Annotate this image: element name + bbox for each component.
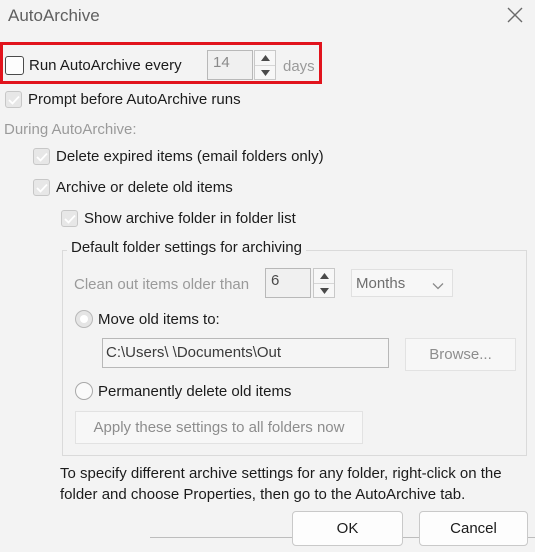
ok-button[interactable]: OK	[292, 511, 403, 546]
show-archive-folder-label: Show archive folder in folder list	[84, 210, 296, 227]
clean-out-spinner[interactable]	[313, 268, 335, 298]
archive-old-label: Archive or delete old items	[56, 179, 233, 196]
window-title: AutoArchive	[8, 6, 100, 25]
close-icon[interactable]	[505, 5, 525, 25]
move-old-items-label: Move old items to:	[98, 311, 220, 328]
permanently-delete-label: Permanently delete old items	[98, 383, 292, 400]
clean-out-input[interactable]: 6	[265, 268, 311, 298]
prompt-before-label: Prompt before AutoArchive runs	[28, 91, 241, 108]
spin-up-icon[interactable]	[255, 51, 275, 65]
period-dropdown[interactable]: Months	[351, 269, 453, 297]
permanently-delete-radio[interactable]	[75, 382, 93, 400]
spin-down-icon[interactable]	[255, 65, 275, 79]
run-autoarchive-label: Run AutoArchive every	[29, 57, 182, 74]
archive-path-field[interactable]: C:\Users\ \Documents\Out	[102, 338, 389, 368]
period-selected: Months	[356, 275, 406, 292]
spin-down-icon[interactable]	[314, 283, 334, 297]
show-archive-folder-checkbox[interactable]	[61, 210, 78, 227]
cancel-button[interactable]: Cancel	[419, 511, 528, 546]
delete-expired-label: Delete expired items (email folders only…	[56, 148, 324, 165]
delete-expired-checkbox[interactable]	[33, 148, 50, 165]
days-unit-label: days	[283, 58, 315, 75]
apply-settings-button[interactable]: Apply these settings to all folders now	[75, 411, 363, 444]
chevron-down-icon	[432, 277, 444, 294]
days-spinner[interactable]	[254, 50, 276, 80]
prompt-before-checkbox[interactable]	[5, 91, 22, 108]
archive-old-checkbox[interactable]	[33, 179, 50, 196]
during-heading: During AutoArchive:	[4, 121, 137, 138]
clean-out-label: Clean out items older than	[74, 276, 250, 293]
run-autoarchive-checkbox[interactable]	[5, 56, 24, 75]
browse-button[interactable]: Browse...	[405, 338, 516, 371]
move-old-items-radio[interactable]	[75, 310, 93, 328]
days-input[interactable]: 14	[207, 50, 253, 80]
default-settings-title: Default folder settings for archiving	[67, 239, 306, 256]
spin-up-icon[interactable]	[314, 269, 334, 283]
info-text: To specify different archive settings fo…	[60, 465, 502, 503]
